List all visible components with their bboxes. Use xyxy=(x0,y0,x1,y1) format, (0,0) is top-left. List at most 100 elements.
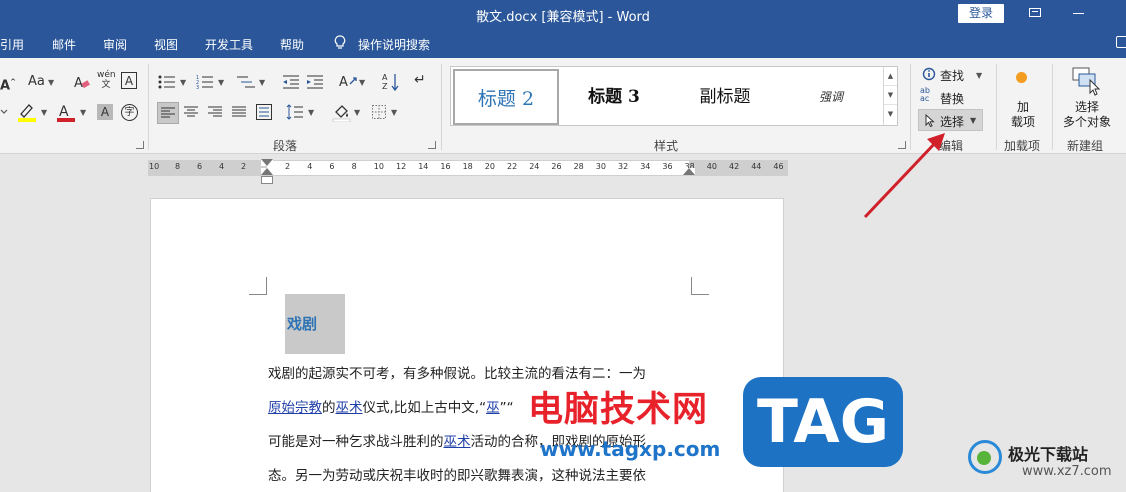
first-line-indent-marker[interactable] xyxy=(261,159,273,166)
multilevel-dropdown-icon[interactable]: ▼ xyxy=(259,78,265,87)
document-paragraph-line[interactable]: 态。另一为劳动或庆祝丰收时的即兴歌舞表演，这种说法主要依 xyxy=(268,464,646,484)
style-emphasis[interactable]: 强调 xyxy=(791,69,871,125)
clear-formatting-icon[interactable]: A xyxy=(74,74,90,90)
highlight-dropdown-icon[interactable]: ▼ xyxy=(41,108,47,117)
grow-font-icon[interactable]: A^ xyxy=(0,74,16,94)
paragraph-group-label: 段落 xyxy=(273,139,298,153)
tab-developer[interactable]: 开发工具 xyxy=(205,36,253,53)
tab-review[interactable]: 审阅 xyxy=(103,36,127,53)
horizontal-ruler[interactable]: 10 8 6 4 2 2 4 6 8 10 12 14 16 18 20 22 24 26 28 30 32 3… xyxy=(148,159,788,184)
change-case-button[interactable]: Aa xyxy=(28,74,45,90)
ruler-tick: 44 xyxy=(751,162,762,171)
minimize-button[interactable] xyxy=(1068,4,1090,22)
ruler-tick: 10 xyxy=(373,162,384,171)
right-indent-marker[interactable] xyxy=(683,168,695,175)
font-color-dropdown-icon[interactable]: ▼ xyxy=(80,108,86,117)
shading-dropdown-icon[interactable]: ▼ xyxy=(354,108,360,117)
phonetic-guide-icon[interactable]: wén 文 xyxy=(97,70,116,90)
left-indent-marker[interactable] xyxy=(261,176,273,184)
styles-more-icon[interactable]: ▼ xyxy=(884,105,897,124)
decrease-indent-icon[interactable] xyxy=(282,74,300,90)
addins-button[interactable]: 加载项 xyxy=(1008,100,1038,130)
svg-text:A: A xyxy=(59,104,69,120)
comments-icon[interactable] xyxy=(1116,36,1126,48)
styles-scroll-down-icon[interactable]: ▼ xyxy=(884,86,897,105)
replace-button[interactable]: 替换 xyxy=(940,90,964,107)
align-right-icon[interactable] xyxy=(208,106,222,118)
select-multiple-objects-button[interactable]: 选择 多个对象 xyxy=(1059,100,1115,130)
font-color-icon[interactable]: A xyxy=(56,102,76,122)
replace-icon: ab ac xyxy=(920,86,930,103)
paragraph-dialog-launcher-icon[interactable] xyxy=(428,141,436,149)
asian-layout-dropdown-icon[interactable]: ▼ xyxy=(359,78,365,87)
align-center-icon[interactable] xyxy=(184,106,198,118)
login-button[interactable]: 登录 xyxy=(958,4,1004,23)
watermark-url: www.tagxp.com xyxy=(540,437,721,461)
tab-mailings[interactable]: 邮件 xyxy=(52,36,76,53)
line-spacing-dropdown-icon[interactable]: ▼ xyxy=(308,108,314,117)
justify-icon[interactable] xyxy=(232,106,246,118)
numbering-icon[interactable]: 123 xyxy=(196,74,214,90)
distributed-icon[interactable] xyxy=(256,104,272,120)
svg-text:A: A xyxy=(382,73,388,82)
font-dialog-launcher-icon[interactable] xyxy=(136,141,144,149)
shading-icon[interactable] xyxy=(332,102,352,122)
enclose-characters-icon[interactable]: 字 xyxy=(121,104,138,121)
find-dropdown-icon[interactable]: ▼ xyxy=(976,71,982,80)
align-left-button[interactable] xyxy=(157,102,179,124)
asian-layout-icon[interactable]: A xyxy=(338,72,358,90)
ruler-tick: 6 xyxy=(329,162,335,171)
hyperlink-witchcraft-2[interactable]: 巫术 xyxy=(444,434,471,450)
ruler-tick: 10 xyxy=(149,162,160,171)
annotation-arrow-icon xyxy=(863,133,945,219)
document-paragraph-line[interactable]: 原始宗教的巫术仪式,比如上古中文,“巫”“ xyxy=(268,396,514,416)
find-button[interactable]: 查找 xyxy=(940,67,964,84)
document-paragraph-line[interactable]: 戏剧的起源实不可考，有多种假说。比较主流的看法有二：一为 xyxy=(268,362,646,382)
ribbon: A^ Aa ▼ A wén 文 A ▼ A ▼ A 字 ▼ 123 ▼ ▼ A … xyxy=(0,58,1126,154)
tab-view[interactable]: 视图 xyxy=(154,36,178,53)
text-run: 的 xyxy=(322,400,336,416)
ribbon-display-options-button[interactable] xyxy=(1024,4,1046,22)
hanging-indent-marker[interactable] xyxy=(261,168,273,175)
ruler-tick: 8 xyxy=(175,162,181,171)
show-formatting-marks-icon[interactable]: ↵ xyxy=(414,72,426,88)
multilevel-list-icon[interactable] xyxy=(236,74,256,90)
ruler-tick: 16 xyxy=(440,162,451,171)
ruler-tick: 12 xyxy=(396,162,407,171)
ruler-tick: 8 xyxy=(351,162,357,171)
change-case-dropdown-icon[interactable]: ▼ xyxy=(48,78,54,87)
document-heading[interactable]: 戏剧 xyxy=(285,294,345,354)
numbering-dropdown-icon[interactable]: ▼ xyxy=(218,78,224,87)
tab-references[interactable]: 引用 xyxy=(0,36,24,53)
ruler-tick: 36 xyxy=(662,162,673,171)
borders-dropdown-icon[interactable]: ▼ xyxy=(391,108,397,117)
hyperlink-wu[interactable]: 巫 xyxy=(486,400,500,416)
select-objects-icon xyxy=(1072,67,1101,96)
line-spacing-icon[interactable] xyxy=(286,104,304,120)
font-effects-dropdown-icon[interactable] xyxy=(0,104,10,118)
site-logo-icon xyxy=(968,440,1002,474)
style-heading-2[interactable]: 标题 2 xyxy=(453,69,559,125)
hyperlink-primitive-religion[interactable]: 原始宗教 xyxy=(268,400,322,416)
ruler-tick: 22 xyxy=(507,162,518,171)
highlight-color-icon[interactable] xyxy=(16,102,38,122)
character-border-icon[interactable]: A xyxy=(121,72,137,89)
hyperlink-witchcraft[interactable]: 巫术 xyxy=(336,400,363,416)
site-name: 极光下载站 xyxy=(1008,445,1089,464)
bullets-icon[interactable] xyxy=(158,74,176,90)
borders-icon[interactable] xyxy=(372,105,386,119)
styles-scroll-up-icon[interactable]: ▲ xyxy=(884,67,897,86)
find-icon xyxy=(922,67,936,81)
ruler-tick: 28 xyxy=(573,162,584,171)
styles-gallery: 标题 2 标题 3 副标题 强调 ▲ ▼ ▼ xyxy=(450,66,898,126)
style-heading-3[interactable]: 标题 3 xyxy=(569,69,659,125)
tell-me-search[interactable]: 操作说明搜索 xyxy=(358,36,430,53)
increase-indent-icon[interactable] xyxy=(306,74,324,90)
ruler-tick: 46 xyxy=(773,162,784,171)
tab-help[interactable]: 帮助 xyxy=(280,36,304,53)
character-shading-icon[interactable]: A xyxy=(97,104,113,120)
style-subtitle[interactable]: 副标题 xyxy=(673,69,777,125)
bullets-dropdown-icon[interactable]: ▼ xyxy=(180,78,186,87)
site-url: www.xz7.com xyxy=(1022,464,1112,479)
sort-icon[interactable]: AZ xyxy=(382,72,400,92)
